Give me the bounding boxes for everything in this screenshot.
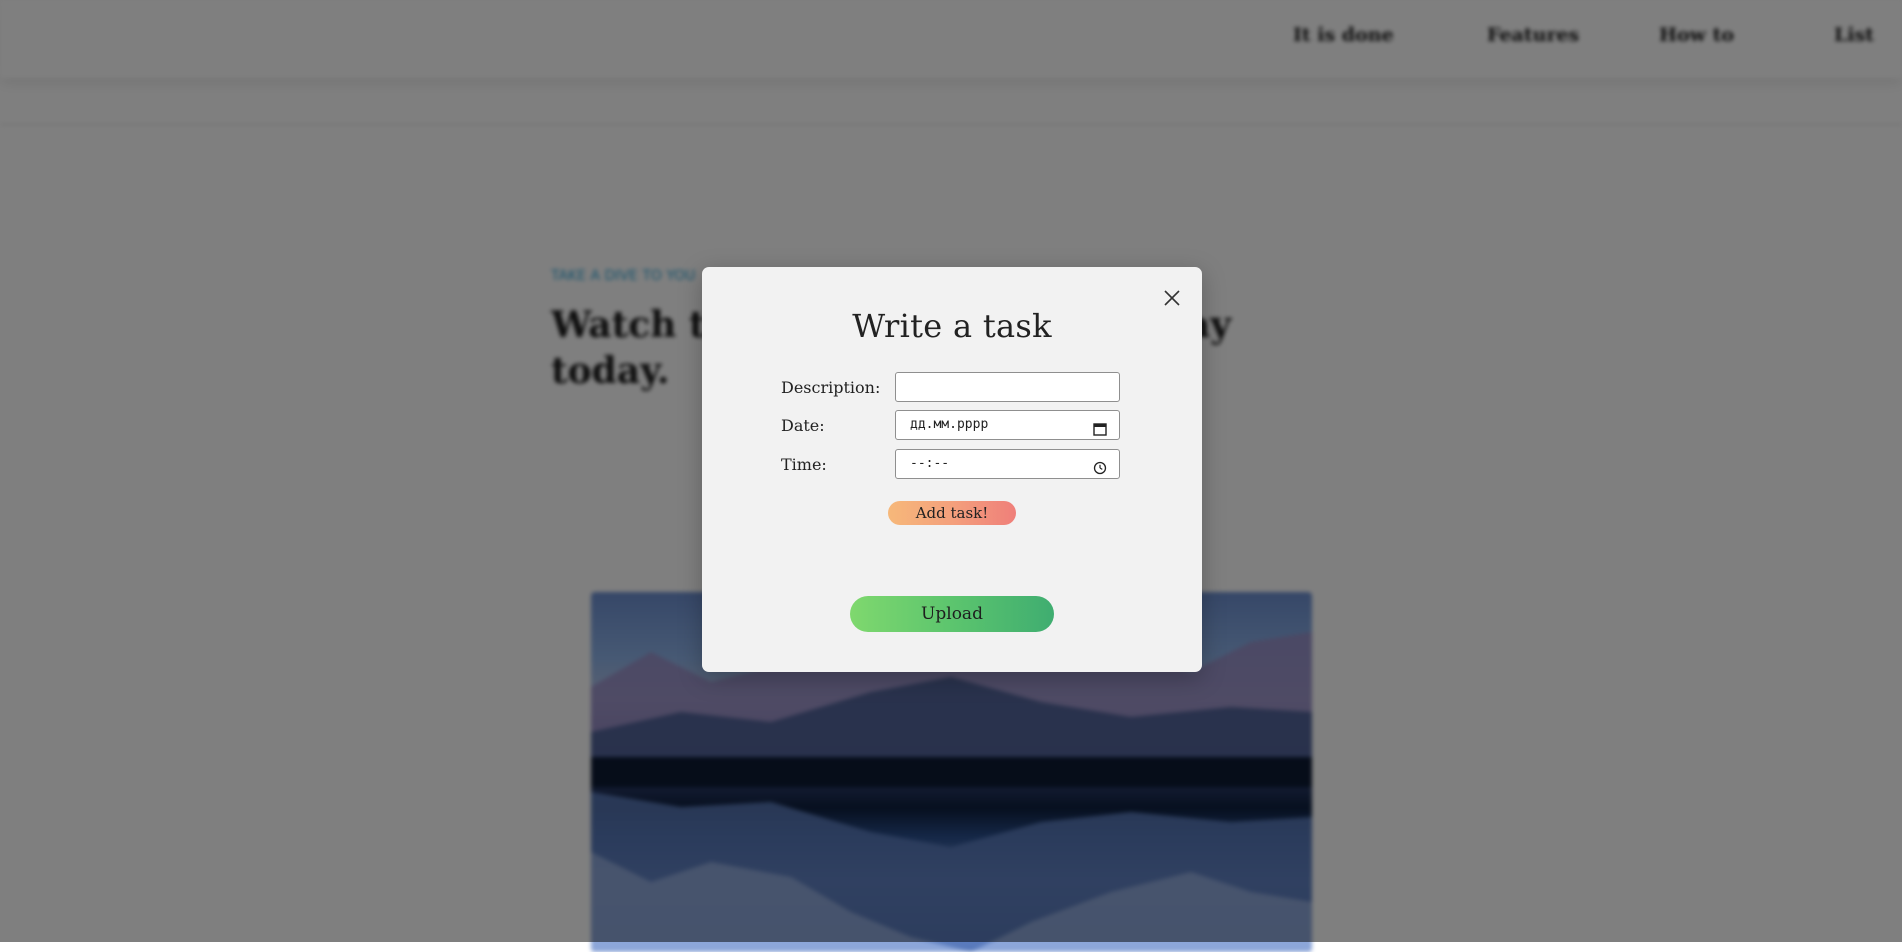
clock-icon[interactable] — [1093, 458, 1107, 472]
description-label: Description: — [781, 378, 880, 397]
date-input[interactable]: дд.мм.рррр — [895, 410, 1120, 440]
description-row: Description: — [781, 372, 1126, 404]
time-input[interactable]: --:-- — [895, 449, 1120, 479]
date-label: Date: — [781, 416, 825, 435]
time-label: Time: — [781, 455, 827, 474]
time-row: Time: --:-- — [781, 449, 1126, 481]
description-input[interactable] — [895, 372, 1120, 402]
date-input-value: дд.мм.рррр — [910, 417, 988, 432]
date-row: Date: дд.мм.рррр — [781, 410, 1126, 442]
calendar-icon[interactable] — [1093, 419, 1107, 433]
add-task-button[interactable]: Add task! — [888, 501, 1016, 525]
write-task-modal: Write a task Description: Date: дд.мм.рр… — [702, 267, 1202, 672]
time-input-value: --:-- — [910, 456, 949, 471]
upload-button[interactable]: Upload — [850, 596, 1054, 632]
modal-title: Write a task — [702, 307, 1202, 345]
